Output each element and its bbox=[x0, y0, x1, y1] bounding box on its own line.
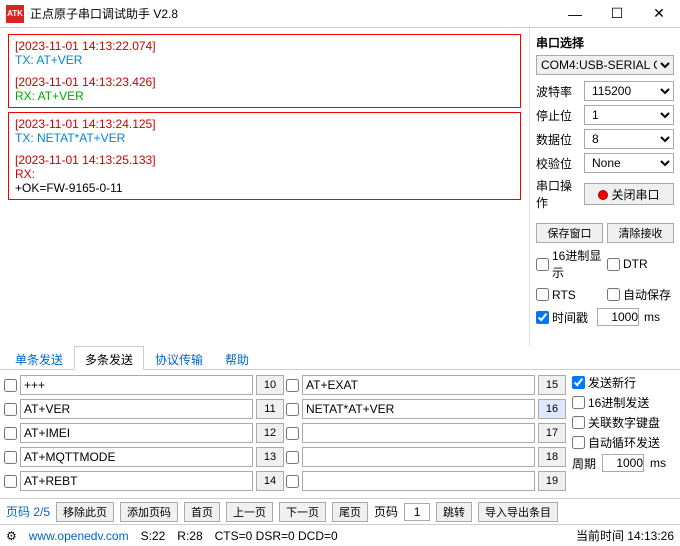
app-logo: ATK bbox=[6, 5, 24, 23]
send-slot-button[interactable]: 14 bbox=[256, 471, 284, 491]
clear-rx-button[interactable]: 清除接收 bbox=[607, 223, 674, 243]
tab-multi-send[interactable]: 多条发送 bbox=[74, 346, 144, 370]
page-indicator: 页码 2/5 bbox=[6, 503, 50, 520]
timestamp-check[interactable] bbox=[536, 311, 549, 324]
tx-line: TX: NETAT*AT+VER bbox=[15, 131, 514, 145]
send-slot-button[interactable]: 17 bbox=[538, 423, 566, 443]
send-slot-button[interactable]: 16 bbox=[538, 399, 566, 419]
next-page-button[interactable]: 下一页 bbox=[279, 502, 326, 522]
baud-label: 波特率 bbox=[536, 83, 580, 100]
data-label: 数据位 bbox=[536, 131, 580, 148]
tx-line: TX: AT+VER bbox=[15, 53, 514, 67]
send-slot-button[interactable]: 13 bbox=[256, 447, 284, 467]
send-slot-button[interactable]: 10 bbox=[256, 375, 284, 395]
op-label: 串口操作 bbox=[536, 177, 580, 211]
timestamp: [2023-11-01 14:13:24.125] bbox=[15, 117, 514, 131]
data-select[interactable]: 8 bbox=[584, 129, 674, 149]
send-cmd-input[interactable] bbox=[20, 399, 253, 419]
send-slot-button[interactable]: 12 bbox=[256, 423, 284, 443]
log-block-2: [2023-11-01 14:13:24.125] TX: NETAT*AT+V… bbox=[8, 112, 521, 200]
rx-payload: +OK=FW-9165-0-11 bbox=[15, 181, 514, 195]
send-row-check[interactable] bbox=[4, 451, 17, 464]
timestamp-interval-input[interactable] bbox=[597, 308, 639, 326]
send-slot-button[interactable]: 19 bbox=[538, 471, 566, 491]
port-select-title: 串口选择 bbox=[536, 34, 674, 51]
send-cmd-input[interactable] bbox=[20, 447, 253, 467]
current-time: 当前时间 14:13:26 bbox=[576, 527, 674, 544]
maximize-button[interactable]: ☐ bbox=[596, 0, 638, 28]
rx-line: RX: AT+VER bbox=[15, 89, 514, 103]
tab-single-send[interactable]: 单条发送 bbox=[4, 346, 74, 369]
page-input[interactable] bbox=[404, 503, 430, 521]
tab-help[interactable]: 帮助 bbox=[214, 346, 260, 369]
send-row-check[interactable] bbox=[4, 475, 17, 488]
send-slot-button[interactable]: 15 bbox=[538, 375, 566, 395]
window-title: 正点原子串口调试助手 V2.8 bbox=[30, 5, 554, 22]
toggle-port-button[interactable]: 关闭串口 bbox=[584, 183, 674, 205]
log-area: [2023-11-01 14:13:22.074] TX: AT+VER [20… bbox=[0, 28, 530, 346]
stop-select[interactable]: 1 bbox=[584, 105, 674, 125]
port-status-icon bbox=[598, 190, 608, 200]
send-cmd-input[interactable] bbox=[20, 471, 253, 491]
rx-label: RX: bbox=[15, 167, 514, 181]
close-button[interactable]: ✕ bbox=[638, 0, 680, 28]
side-panel: 串口选择 COM4:USB-SERIAL CH340 波特率115200 停止位… bbox=[530, 28, 680, 346]
period-input[interactable] bbox=[602, 454, 644, 472]
first-page-button[interactable]: 首页 bbox=[184, 502, 220, 522]
add-page-button[interactable]: 添加页码 bbox=[120, 502, 178, 522]
send-newline-check[interactable] bbox=[572, 376, 585, 389]
stop-label: 停止位 bbox=[536, 107, 580, 124]
send-cmd-input[interactable] bbox=[20, 375, 253, 395]
port-select[interactable]: COM4:USB-SERIAL CH340 bbox=[536, 55, 674, 75]
hex-display-check[interactable] bbox=[536, 258, 549, 271]
tab-bar: 单条发送 多条发送 协议传输 帮助 bbox=[0, 346, 680, 370]
send-cmd-input[interactable] bbox=[20, 423, 253, 443]
jump-button[interactable]: 跳转 bbox=[436, 502, 472, 522]
send-row-check[interactable] bbox=[286, 451, 299, 464]
send-row-check[interactable] bbox=[286, 475, 299, 488]
send-slot-button[interactable]: 11 bbox=[256, 399, 284, 419]
remove-page-button[interactable]: 移除此页 bbox=[56, 502, 114, 522]
save-window-button[interactable]: 保存窗口 bbox=[536, 223, 603, 243]
timestamp: [2023-11-01 14:13:25.133] bbox=[15, 153, 514, 167]
baud-select[interactable]: 115200 bbox=[584, 81, 674, 101]
send-row-check[interactable] bbox=[286, 379, 299, 392]
last-page-button[interactable]: 尾页 bbox=[332, 502, 368, 522]
send-row-check[interactable] bbox=[286, 427, 299, 440]
send-cmd-input[interactable] bbox=[302, 375, 535, 395]
send-cmd-input[interactable] bbox=[302, 471, 535, 491]
send-slot-button[interactable]: 18 bbox=[538, 447, 566, 467]
send-row-check[interactable] bbox=[4, 427, 17, 440]
prev-page-button[interactable]: 上一页 bbox=[226, 502, 273, 522]
send-row-check[interactable] bbox=[4, 403, 17, 416]
parity-select[interactable]: None bbox=[584, 153, 674, 173]
timestamp: [2023-11-01 14:13:22.074] bbox=[15, 39, 514, 53]
send-row-check[interactable] bbox=[286, 403, 299, 416]
timestamp: [2023-11-01 14:13:23.426] bbox=[15, 75, 514, 89]
autosave-check[interactable] bbox=[607, 288, 620, 301]
minimize-button[interactable]: — bbox=[554, 0, 596, 28]
tab-protocol[interactable]: 协议传输 bbox=[144, 346, 214, 369]
send-cmd-input[interactable] bbox=[302, 423, 535, 443]
dtr-check[interactable] bbox=[607, 258, 620, 271]
rts-check[interactable] bbox=[536, 288, 549, 301]
parity-label: 校验位 bbox=[536, 155, 580, 172]
numpad-check[interactable] bbox=[572, 416, 585, 429]
hex-send-check[interactable] bbox=[572, 396, 585, 409]
send-row-check[interactable] bbox=[4, 379, 17, 392]
loop-send-check[interactable] bbox=[572, 436, 585, 449]
import-export-button[interactable]: 导入导出条目 bbox=[478, 502, 558, 522]
log-block-1: [2023-11-01 14:13:22.074] TX: AT+VER [20… bbox=[8, 34, 521, 108]
send-cmd-input[interactable] bbox=[302, 399, 535, 419]
send-cmd-input[interactable] bbox=[302, 447, 535, 467]
